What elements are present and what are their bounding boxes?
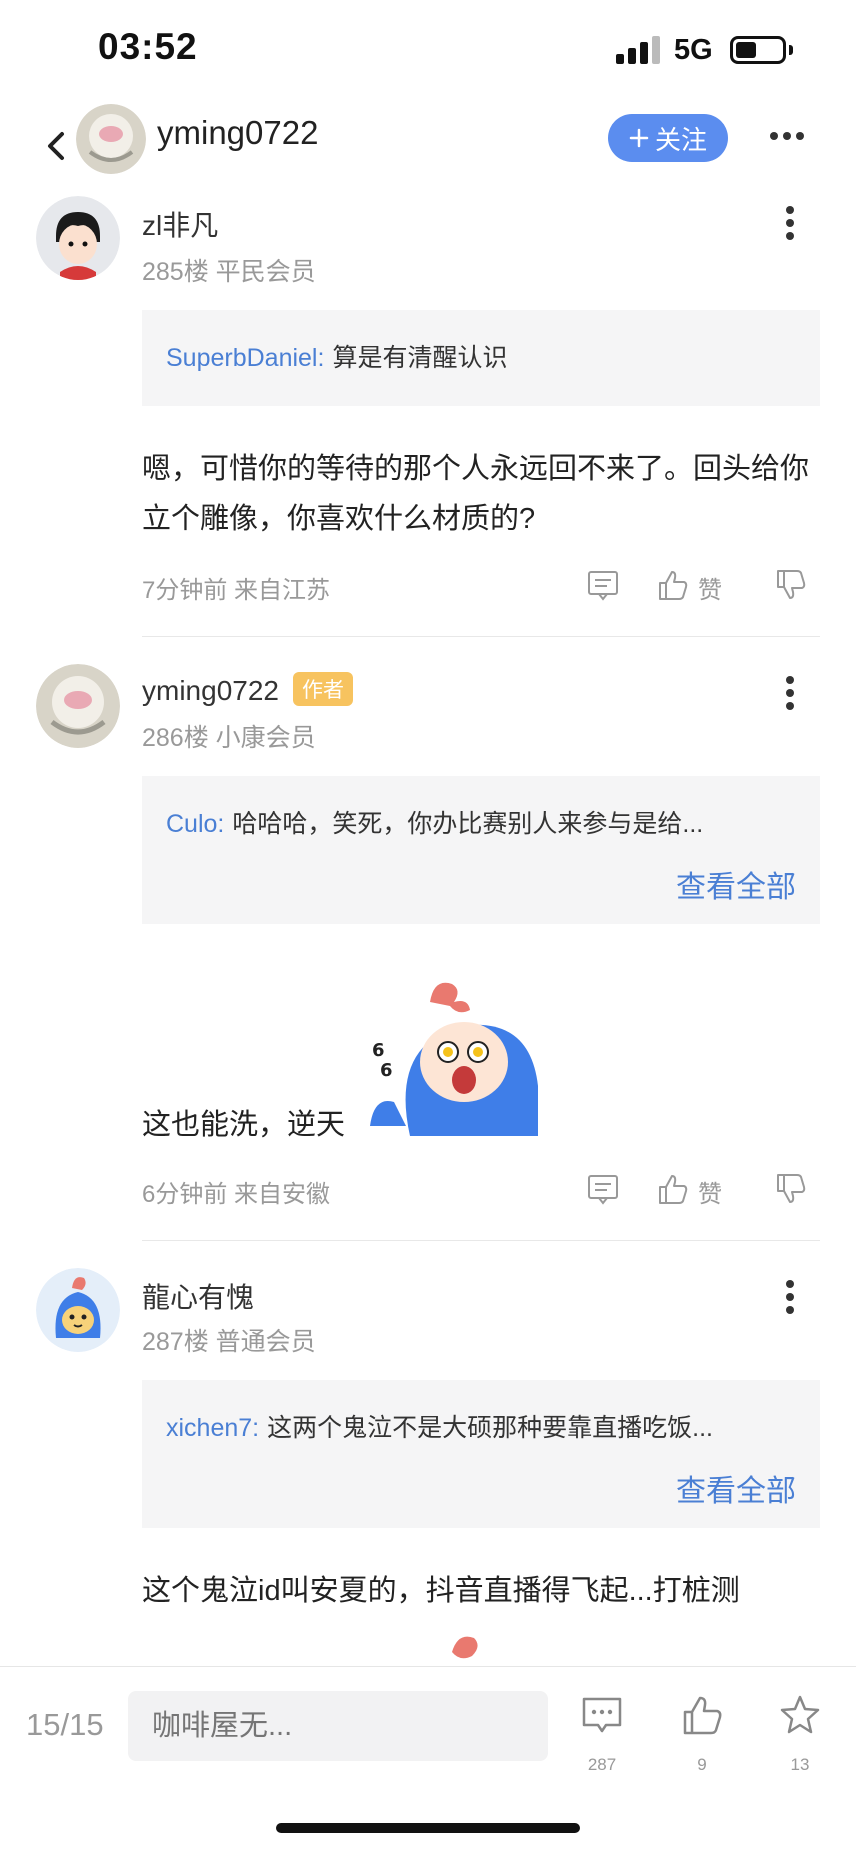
avatar[interactable]: [36, 664, 120, 748]
status-time: 03:52: [98, 26, 198, 67]
author-badge: 作者: [292, 672, 353, 706]
comment-icon: [582, 1697, 622, 1733]
time-location: 6分钟前 来自安徽: [142, 1181, 331, 1208]
quoted-reply[interactable]: xichen7: 这两个鬼泣不是大硕那种要靠直播吃饭... 查看全部: [142, 1380, 820, 1528]
comment-icon[interactable]: [586, 1172, 620, 1206]
avatar[interactable]: [36, 196, 120, 280]
quoted-reply[interactable]: SuperbDaniel: 算是有清醒认识: [142, 310, 820, 406]
comment-icon[interactable]: [586, 568, 620, 602]
more-options-icon[interactable]: [786, 1280, 796, 1314]
more-options-icon[interactable]: [786, 206, 796, 240]
battery-icon: [730, 36, 786, 64]
see-all-link[interactable]: 查看全部: [676, 1466, 796, 1510]
top-nav: yming0722 关注: [0, 100, 856, 196]
quote-user[interactable]: xichen7:: [166, 1414, 259, 1442]
divider: [142, 1240, 820, 1241]
thumb-up-icon: [683, 1696, 722, 1735]
username[interactable]: 龍心有愧: [142, 1276, 254, 1316]
chevron-left-icon: [48, 132, 64, 160]
thumb-down-icon[interactable]: [774, 1172, 808, 1206]
comment-count: 287: [587, 1755, 617, 1774]
comment-body: 嗯，可惜你的等待的那个人永远回不来了。回头给你立个雕像，你喜欢什么材质的?: [142, 453, 810, 535]
author-name[interactable]: yming0722: [157, 114, 318, 152]
sticker-image[interactable]: 6 6: [370, 976, 540, 1136]
favorite-count-button[interactable]: 13: [770, 1693, 830, 1783]
username-text[interactable]: yming0722: [142, 675, 279, 706]
more-options-icon[interactable]: [786, 676, 796, 710]
thumb-down-icon[interactable]: [774, 568, 808, 602]
plus-icon: [629, 128, 649, 148]
quoted-reply[interactable]: Culo: 哈哈哈，笑死，你办比赛别人来参与是给... 查看全部: [142, 776, 820, 924]
network-label: 5G: [674, 34, 713, 66]
floor-level: 286楼 小康会员: [142, 724, 316, 752]
username[interactable]: yming0722 作者: [142, 672, 353, 707]
more-options-icon[interactable]: [770, 132, 804, 142]
battery-tip: [789, 45, 793, 55]
avatar[interactable]: [36, 1268, 120, 1352]
like-count: 9: [697, 1755, 707, 1774]
comment-count-button[interactable]: 287: [572, 1693, 632, 1783]
follow-label: 关注: [654, 124, 707, 155]
thumb-up-icon[interactable]: [656, 568, 690, 602]
reply-input[interactable]: [128, 1691, 548, 1761]
back-button[interactable]: [42, 126, 72, 166]
like-label[interactable]: 赞: [698, 1174, 722, 1209]
divider: [142, 636, 820, 637]
username[interactable]: zl非凡: [142, 204, 218, 244]
signal-icon: [616, 34, 660, 64]
follow-button[interactable]: 关注: [608, 114, 728, 162]
thumb-up-icon[interactable]: [656, 1172, 690, 1206]
comment-actions: 赞: [586, 568, 816, 604]
home-indicator[interactable]: [276, 1823, 580, 1833]
quote-user[interactable]: SuperbDaniel:: [166, 344, 324, 372]
svg-text:6: 6: [372, 1040, 385, 1061]
see-all-link[interactable]: 查看全部: [676, 862, 796, 906]
star-icon: [780, 1695, 820, 1734]
floor-level: 285楼 平民会员: [142, 258, 316, 286]
floor-level: 287楼 普通会员: [142, 1328, 316, 1356]
like-label[interactable]: 赞: [698, 570, 722, 605]
comment-body: 这个鬼泣id叫安夏的，抖音直播得飞起...打桩测: [142, 1575, 740, 1607]
quote-text: 这两个鬼泣不是大硕那种要靠直播吃饭...: [267, 1414, 713, 1442]
time-location: 7分钟前 来自江苏: [142, 577, 331, 604]
svg-text:6: 6: [380, 1060, 393, 1081]
comment-actions: 赞: [586, 1172, 816, 1208]
quote-text: 算是有清醒认识: [332, 344, 508, 372]
status-bar: 03:52 5G: [0, 0, 856, 100]
author-avatar[interactable]: [76, 104, 146, 174]
quote-user[interactable]: Culo:: [166, 810, 224, 838]
page-indicator[interactable]: 15/15: [26, 1707, 104, 1743]
favorite-count: 13: [790, 1755, 810, 1774]
like-count-button[interactable]: 9: [672, 1693, 732, 1783]
quote-text: 哈哈哈，笑死，你办比赛别人来参与是给...: [232, 810, 704, 838]
